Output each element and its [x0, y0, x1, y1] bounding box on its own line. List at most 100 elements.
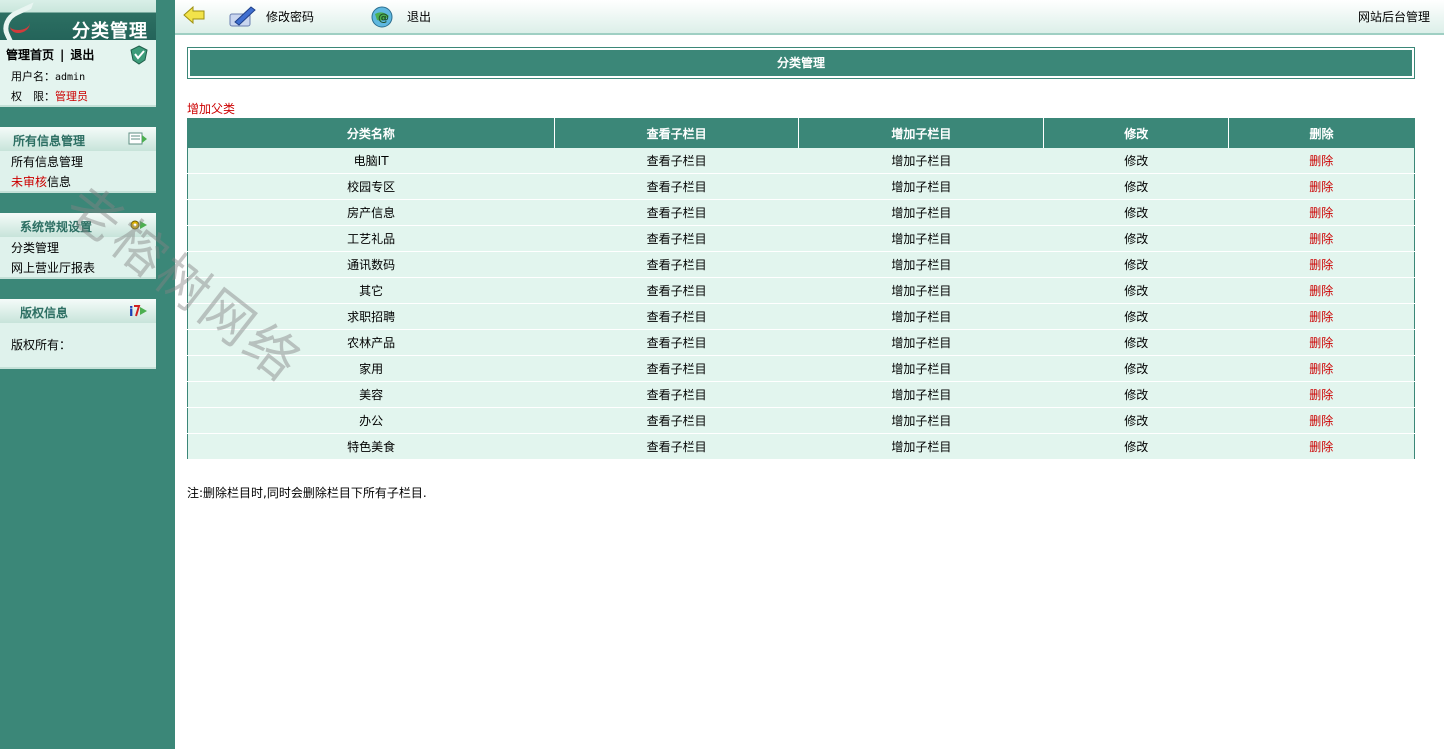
view-subcategories-link[interactable]: 查看子栏目: [554, 173, 799, 200]
category-table: 分类名称 查看子栏目 增加子栏目 修改 删除 电脑IT 查看子栏目 增加子栏目 修改删…: [187, 118, 1415, 460]
copyright-panel-header: 版权信息 i: [0, 299, 156, 323]
delete-link[interactable]: 删除: [1228, 329, 1415, 356]
view-subcategories-link[interactable]: 查看子栏目: [554, 251, 799, 278]
username-row: 用户名：admin: [11, 68, 85, 84]
delete-link[interactable]: 删除: [1228, 148, 1415, 174]
view-subcategories-link[interactable]: 查看子栏目: [554, 433, 799, 460]
sidebar-item-unreviewed[interactable]: 未审核信息: [11, 173, 71, 190]
add-subcategory-link[interactable]: 增加子栏目: [798, 407, 1044, 434]
table-row: 电脑IT 查看子栏目 增加子栏目 修改 删除: [187, 148, 1415, 174]
info-icon: i: [129, 305, 147, 319]
logout-link[interactable]: 退出: [407, 8, 431, 25]
table-row: 其它 查看子栏目 增加子栏目 修改 删除: [187, 277, 1415, 304]
add-subcategory-link[interactable]: 增加子栏目: [798, 173, 1044, 200]
pen-icon[interactable]: [227, 4, 257, 30]
copyright-panel-title: 版权信息: [20, 306, 69, 320]
category-name-cell: 美容: [187, 381, 555, 408]
info-panel: 所有信息管理 所有信息管理 未审核信息: [0, 127, 156, 193]
role-row: 权 限：管理员: [11, 88, 88, 104]
table-row: 农林产品 查看子栏目 增加子栏目 修改 删除: [187, 329, 1415, 356]
view-subcategories-link[interactable]: 查看子栏目: [554, 199, 799, 226]
sidebar-item-report[interactable]: 网上营业厅报表: [11, 259, 95, 276]
category-name-cell: 求职招聘: [187, 303, 555, 330]
sidebar-item-all-info[interactable]: 所有信息管理: [11, 153, 83, 170]
delete-link[interactable]: 删除: [1228, 277, 1415, 304]
delete-link[interactable]: 删除: [1228, 251, 1415, 278]
add-subcategory-link[interactable]: 增加子栏目: [798, 355, 1044, 382]
change-password-link[interactable]: 修改密码: [266, 8, 314, 25]
svg-text:@: @: [378, 11, 389, 24]
delete-link[interactable]: 删除: [1228, 355, 1415, 382]
delete-link[interactable]: 删除: [1228, 433, 1415, 460]
copyright-panel: 版权信息 i 版权所有：: [0, 299, 156, 369]
column-header-name: 分类名称: [187, 118, 555, 148]
add-subcategory-link[interactable]: 增加子栏目: [798, 199, 1044, 226]
admin-home-link[interactable]: 管理首页: [6, 48, 54, 62]
link-separator: |: [60, 48, 65, 62]
add-subcategory-link[interactable]: 增加子栏目: [798, 251, 1044, 278]
edit-link[interactable]: 修改: [1043, 303, 1229, 330]
view-subcategories-link[interactable]: 查看子栏目: [554, 148, 799, 174]
table-row: 办公 查看子栏目 增加子栏目 修改 删除: [187, 407, 1415, 434]
table-row: 房产信息 查看子栏目 增加子栏目 修改 删除: [187, 199, 1415, 226]
edit-link[interactable]: 修改: [1043, 251, 1229, 278]
globe-icon[interactable]: @: [369, 4, 397, 30]
edit-link[interactable]: 修改: [1043, 173, 1229, 200]
category-name-cell: 房产信息: [187, 199, 555, 226]
sidebar-logout-link[interactable]: 退出: [70, 48, 94, 62]
edit-link[interactable]: 修改: [1043, 329, 1229, 356]
table-row: 校园专区 查看子栏目 增加子栏目 修改 删除: [187, 173, 1415, 200]
gear-icon: [130, 220, 147, 230]
username-value: admin: [55, 72, 86, 83]
table-row: 通讯数码 查看子栏目 增加子栏目 修改 删除: [187, 251, 1415, 278]
add-subcategory-link[interactable]: 增加子栏目: [798, 277, 1044, 304]
table-row: 特色美食 查看子栏目 增加子栏目 修改 删除: [187, 433, 1415, 460]
delete-link[interactable]: 删除: [1228, 303, 1415, 330]
view-subcategories-link[interactable]: 查看子栏目: [554, 381, 799, 408]
view-subcategories-link[interactable]: 查看子栏目: [554, 329, 799, 356]
category-name-cell: 家用: [187, 355, 555, 382]
arrow-left-icon[interactable]: [183, 6, 205, 24]
delete-link[interactable]: 删除: [1228, 173, 1415, 200]
document-icon: [128, 132, 147, 145]
table-header-row: 分类名称 查看子栏目 增加子栏目 修改 删除: [187, 118, 1415, 148]
view-subcategories-link[interactable]: 查看子栏目: [554, 407, 799, 434]
view-subcategories-link[interactable]: 查看子栏目: [554, 277, 799, 304]
table-row: 美容 查看子栏目 增加子栏目 修改 删除: [187, 381, 1415, 408]
add-subcategory-link[interactable]: 增加子栏目: [798, 433, 1044, 460]
edit-link[interactable]: 修改: [1043, 407, 1229, 434]
edit-link[interactable]: 修改: [1043, 277, 1229, 304]
delete-link[interactable]: 删除: [1228, 381, 1415, 408]
sidebar-item-category[interactable]: 分类管理: [11, 239, 59, 256]
shield-icon: [130, 45, 148, 65]
category-name-cell: 特色美食: [187, 433, 555, 460]
unreviewed-prefix: 未审核: [11, 175, 48, 189]
view-subcategories-link[interactable]: 查看子栏目: [554, 303, 799, 330]
category-name-cell: 校园专区: [187, 173, 555, 200]
add-subcategory-link[interactable]: 增加子栏目: [798, 303, 1044, 330]
add-parent-category-link[interactable]: 增加父类: [187, 100, 235, 117]
edit-link[interactable]: 修改: [1043, 148, 1229, 174]
role-label: 权 限：: [11, 90, 55, 103]
delete-link[interactable]: 删除: [1228, 199, 1415, 226]
delete-link[interactable]: 删除: [1228, 225, 1415, 252]
add-subcategory-link[interactable]: 增加子栏目: [798, 381, 1044, 408]
add-subcategory-link[interactable]: 增加子栏目: [798, 225, 1044, 252]
edit-link[interactable]: 修改: [1043, 381, 1229, 408]
view-subcategories-link[interactable]: 查看子栏目: [554, 355, 799, 382]
user-panel: 管理首页 | 退出 用户名：admin 权 限：管理员: [0, 40, 156, 107]
logo-title: 分类管理: [72, 21, 148, 40]
edit-link[interactable]: 修改: [1043, 225, 1229, 252]
table-row: 家用 查看子栏目 增加子栏目 修改 删除: [187, 355, 1415, 382]
system-panel: 系统常规设置 分类管理 网上营业厅报表: [0, 213, 156, 279]
copyright-text: 版权所有：: [11, 338, 72, 352]
add-subcategory-link[interactable]: 增加子栏目: [798, 329, 1044, 356]
add-subcategory-link[interactable]: 增加子栏目: [798, 148, 1044, 174]
view-subcategories-link[interactable]: 查看子栏目: [554, 225, 799, 252]
delete-link[interactable]: 删除: [1228, 407, 1415, 434]
category-table-body: 电脑IT 查看子栏目 增加子栏目 修改 删除 校园专区 查看子栏目 增加子栏目 修改 删除 房产信息…: [187, 148, 1415, 460]
edit-link[interactable]: 修改: [1043, 355, 1229, 382]
edit-link[interactable]: 修改: [1043, 433, 1229, 460]
edit-link[interactable]: 修改: [1043, 199, 1229, 226]
info-panel-title: 所有信息管理: [13, 134, 86, 148]
